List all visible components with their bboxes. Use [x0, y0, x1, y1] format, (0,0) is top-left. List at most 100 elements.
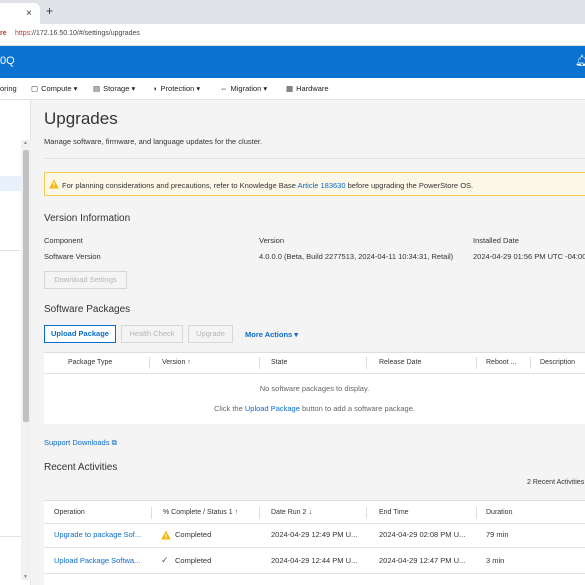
version-column-label: Version — [259, 236, 285, 245]
date-run-cell: 2024-04-29 12:44 PM U... — [271, 556, 358, 565]
health-check-button[interactable]: Health Check — [121, 325, 183, 343]
column-header[interactable]: Date Run 2 ↓ — [271, 503, 312, 523]
new-tab-button[interactable]: + — [46, 4, 53, 18]
upload-package-link[interactable]: Upload Package — [245, 404, 300, 413]
column-header[interactable]: Version ↑ — [162, 353, 191, 373]
installed-date-value: 2024-04-29 01:56 PM UTC -04:00 — [473, 252, 585, 261]
nav-label: Protection ▾ — [160, 84, 201, 93]
warning-icon — [49, 179, 59, 189]
nav-label: Storage ▾ — [103, 84, 136, 93]
column-header[interactable]: Description — [540, 353, 575, 373]
address-bar[interactable]: re https://172.16.50.10/#/settings/upgra… — [0, 24, 585, 46]
duration-cell: 3 min — [486, 556, 505, 565]
nav-item-hardware[interactable]: ▦ Hardware — [286, 84, 329, 93]
version-value: 4.0.0.0 (Beta, Build 2277513, 2024-04-11… — [259, 252, 454, 261]
hint-after: button to add a software package. — [299, 404, 415, 413]
column-separator — [259, 507, 260, 519]
column-header[interactable]: % Complete / Status 1 ↑ — [163, 503, 238, 523]
nav-label: Migration ▾ — [230, 84, 268, 93]
scroll-up-icon[interactable]: ▲ — [23, 140, 28, 146]
close-tab-icon[interactable]: × — [26, 8, 32, 19]
sidebar-divider — [0, 536, 21, 537]
empty-state-text: No software packages to display. — [259, 384, 370, 393]
nav-item-migration[interactable]: ⇔ Migration ▾ — [220, 84, 267, 93]
external-link-icon: ⧉ — [111, 438, 117, 447]
packages-table: Package Type Version ↑ State Release Dat… — [44, 352, 585, 424]
browser-tab-bar: × + — [0, 0, 585, 24]
upload-package-button[interactable]: Upload Package — [44, 325, 116, 343]
url-text[interactable]: https://172.16.50.10/#/settings/upgrades — [15, 30, 140, 37]
end-time-cell: 2024-04-29 12:47 PM U... — [379, 556, 466, 565]
nav-item-compute[interactable]: ▢ Compute ▾ — [31, 84, 77, 93]
recent-activities-heading: Recent Activities — [44, 462, 118, 473]
date-run-cell: 2024-04-29 12:49 PM U... — [271, 530, 358, 539]
empty-state-hint: Click the Upload Package button to add a… — [44, 404, 585, 413]
url-scheme: https: — [15, 30, 33, 37]
hint-before: Click the — [214, 404, 245, 413]
warning-text-after: before upgrading the PowerStore OS. — [345, 181, 474, 190]
nav-label: Compute ▾ — [41, 84, 78, 93]
support-downloads-label: Support Downloads — [44, 438, 110, 447]
column-header[interactable]: Operation — [54, 503, 85, 523]
more-actions-menu[interactable]: More Actions ▾ — [245, 330, 298, 339]
nav-item-storage[interactable]: ▤ Storage ▾ — [93, 84, 135, 93]
scroll-down-icon[interactable]: ▼ — [23, 574, 28, 580]
main-content: Upgrades Manage software, firmware, and … — [31, 100, 585, 585]
column-header[interactable]: End Time — [379, 503, 409, 523]
status-text: Completed — [175, 530, 212, 539]
storage-icon: ▤ — [93, 84, 101, 93]
warning-banner: For planning considerations and precauti… — [44, 172, 585, 196]
browser-tab[interactable]: × — [0, 3, 40, 24]
installed-date-column-label: Installed Date — [473, 236, 519, 245]
app-header: 0Q 🔔︎ — [0, 46, 585, 78]
activities-count: 2 Recent Activities — [527, 479, 585, 486]
compute-icon: ▢ — [31, 84, 39, 93]
nav-label: Hardware — [296, 84, 329, 93]
component-column-label: Component — [44, 236, 83, 245]
column-separator — [366, 357, 367, 369]
column-separator — [476, 357, 477, 369]
divider — [44, 158, 585, 159]
migration-icon: ⇔ — [220, 84, 228, 93]
column-header[interactable]: Release Date — [379, 353, 421, 373]
warning-text: For planning considerations and precauti… — [62, 181, 473, 190]
duration-cell: 79 min — [486, 530, 509, 539]
operation-link[interactable]: Upload Package Softwa... — [54, 556, 140, 565]
support-downloads-link[interactable]: Support Downloads ⧉ — [44, 438, 117, 448]
url-path: //172.16.50.10/#/settings/upgrades — [32, 30, 140, 37]
status-text: Completed — [175, 556, 212, 565]
warning-text-before: For planning considerations and precauti… — [62, 181, 298, 190]
warning-icon — [161, 530, 171, 540]
column-header[interactable]: State — [271, 353, 287, 373]
column-header[interactable]: Reboot ... — [486, 353, 516, 373]
activities-table: Operation % Complete / Status 1 ↑ Date R… — [44, 500, 585, 585]
sidebar-item-upgrades[interactable] — [0, 176, 21, 191]
column-header[interactable]: Package Type — [68, 353, 112, 373]
column-separator — [149, 357, 150, 369]
sidebar-divider — [0, 250, 21, 251]
kb-article-link[interactable]: Article 183630 — [298, 181, 346, 190]
column-separator — [366, 507, 367, 519]
shield-icon: ◗ — [153, 84, 158, 93]
nav-item-protection[interactable]: ◗ Protection ▾ — [153, 84, 200, 93]
column-separator — [151, 507, 152, 519]
nav-item-monitoring[interactable]: oring — [0, 84, 17, 93]
operation-link[interactable]: Upgrade to package Sof... — [54, 530, 141, 539]
upgrade-button[interactable]: Upgrade — [188, 325, 233, 343]
column-separator — [530, 357, 531, 369]
page-title: Upgrades — [44, 109, 118, 128]
hardware-icon: ▦ — [286, 84, 294, 93]
version-info-heading: Version Information — [44, 213, 131, 224]
download-settings-button[interactable]: Download Settings — [44, 271, 127, 289]
top-nav: oring ▢ Compute ▾ ▤ Storage ▾ ◗ Protection … — [0, 78, 585, 100]
bell-icon[interactable]: 🔔︎ — [575, 54, 585, 67]
sidebar-scrollbar-thumb[interactable] — [23, 150, 29, 422]
header-divider — [44, 523, 585, 524]
security-indicator[interactable]: re — [0, 30, 7, 37]
app-brand: 0Q — [0, 55, 15, 67]
column-header[interactable]: Duration — [486, 503, 512, 523]
row-divider — [44, 547, 585, 548]
page-subtitle: Manage software, firmware, and language … — [44, 137, 263, 146]
column-separator — [259, 357, 260, 369]
row-divider — [44, 573, 585, 574]
